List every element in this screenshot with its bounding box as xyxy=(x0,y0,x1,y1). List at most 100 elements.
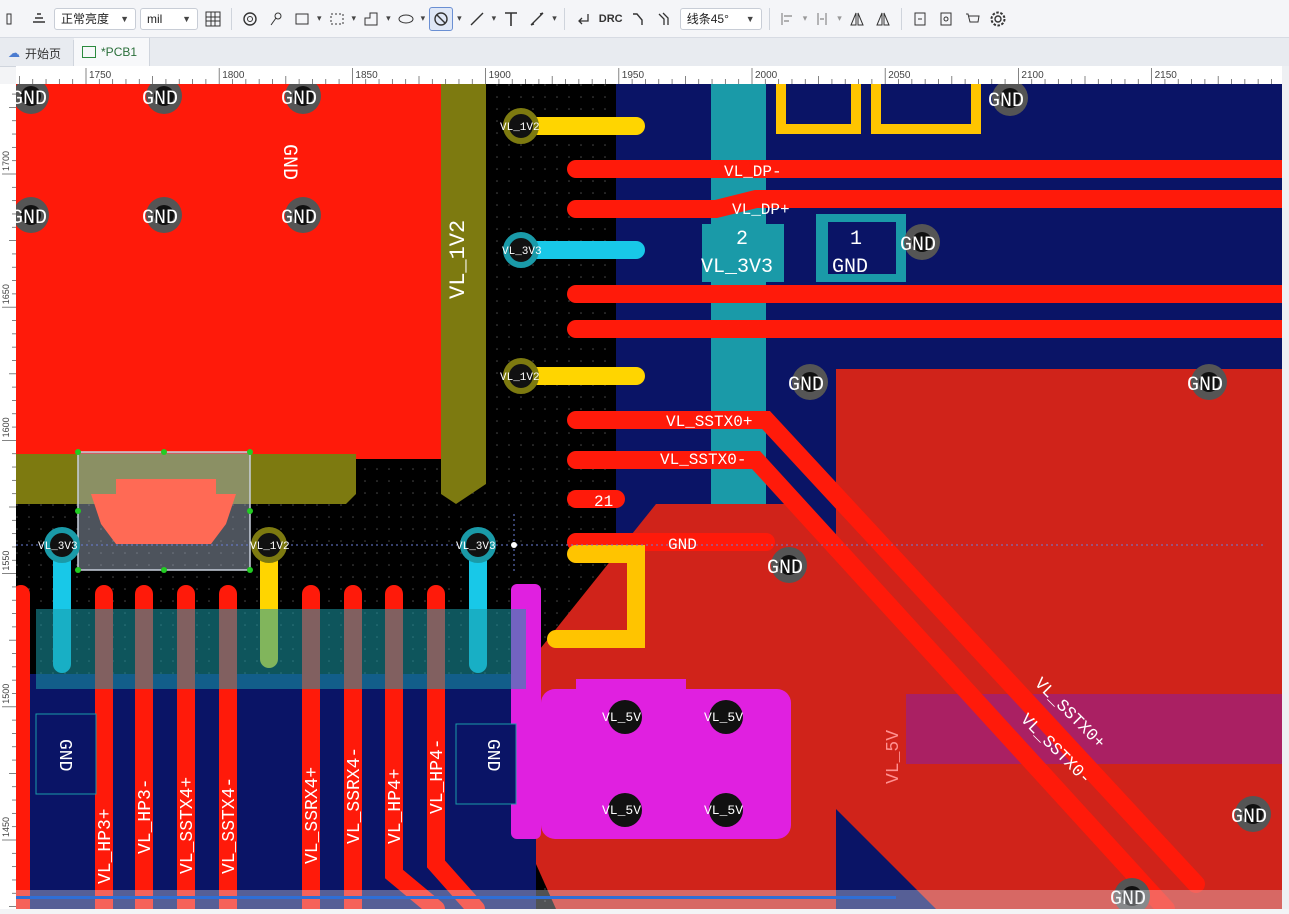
pcb-canvas[interactable]: GND GND GND GND GND GND GND GND GND GND … xyxy=(16,84,1282,909)
drc-button[interactable]: DRC xyxy=(598,8,624,30)
bom-icon[interactable] xyxy=(961,8,983,30)
connector-pads xyxy=(36,609,526,689)
ruler-label: 1900 xyxy=(489,70,512,81)
gnd-label: GND xyxy=(1231,806,1267,829)
ruler-label: 1550 xyxy=(1,551,11,571)
dashed-rect-icon[interactable] xyxy=(326,8,348,30)
via-label: VL_1V2 xyxy=(250,541,290,553)
vl-hp4-minus-label: VL_HP4- xyxy=(428,738,448,814)
vl-dp-plus-label: VL_DP+ xyxy=(732,201,790,219)
polygon-icon[interactable] xyxy=(360,8,382,30)
via-label: VL_5V xyxy=(602,710,641,725)
vl-1v2-label-vertical: VL_1V2 xyxy=(446,220,471,299)
ruler-label: 2050 xyxy=(888,70,911,81)
gnd-pad-label: GND xyxy=(482,739,502,771)
gnd-label: GND xyxy=(142,207,178,230)
gnd-label: GND xyxy=(281,207,317,230)
route-angle-select[interactable]: 线条45° ▼ xyxy=(679,7,762,30)
gnd-label: GND xyxy=(281,88,317,111)
ruler-label: 1700 xyxy=(1,151,11,171)
return-icon[interactable] xyxy=(572,8,594,30)
import-icon[interactable] xyxy=(909,8,931,30)
selected-component[interactable] xyxy=(75,449,253,573)
vl-ssrx4-minus-label: VL_SSRX4- xyxy=(345,747,365,844)
gnd-label: GND xyxy=(767,557,803,580)
align-icon[interactable] xyxy=(777,8,799,30)
rect-region-icon[interactable] xyxy=(291,8,313,30)
gear-icon[interactable] xyxy=(987,8,1009,30)
ruler-label: 1650 xyxy=(1,284,11,304)
flip-horizontal-icon[interactable] xyxy=(846,8,868,30)
text-icon[interactable] xyxy=(500,8,522,30)
vl-hp3-plus-label: VL_HP3+ xyxy=(96,808,116,884)
separator xyxy=(231,7,232,30)
via-label: VL_3V3 xyxy=(456,541,496,553)
ruler-label: 1500 xyxy=(1,684,11,704)
diff-route-icon[interactable] xyxy=(654,8,676,30)
tab-start-page[interactable]: ☁ 开始页 xyxy=(0,40,75,66)
vl-hp4-plus-label: VL_HP4+ xyxy=(386,768,406,844)
unit-select[interactable]: mil ▼ xyxy=(140,7,198,30)
chevron-down-icon[interactable]: ▾ xyxy=(803,13,808,24)
cloud-icon: ☁ xyxy=(8,46,20,60)
via-label: VL_1V2 xyxy=(500,122,540,134)
gnd-label: GND xyxy=(16,88,47,111)
brightness-value: 正常亮度 xyxy=(61,12,110,26)
ruler-label: 1600 xyxy=(1,417,11,437)
ruler-label: 1850 xyxy=(355,70,378,81)
ruler-horizontal: 1750 1800 1850 1900 1950 2000 2050 2100 2150 xyxy=(16,66,1282,85)
ruler-label: 1950 xyxy=(622,70,645,81)
vertical-scrollbar[interactable] xyxy=(1282,66,1289,909)
chevron-down-icon[interactable]: ▾ xyxy=(386,13,391,24)
chevron-down-icon[interactable]: ▾ xyxy=(457,13,462,24)
chevron-down-icon[interactable]: ▾ xyxy=(352,13,357,24)
ruler-label: 1800 xyxy=(222,70,245,81)
pcb-icon xyxy=(82,46,97,58)
brightness-select[interactable]: 正常亮度 ▼ xyxy=(54,7,136,30)
via-label: VL_5V xyxy=(602,803,641,818)
route-icon[interactable] xyxy=(628,8,650,30)
tab-pcb1[interactable]: *PCB1 xyxy=(74,38,151,66)
vl-hp3-minus-label: VL_HP3- xyxy=(136,778,156,854)
gnd-label: GND xyxy=(142,88,178,111)
gnd-label: GND xyxy=(16,207,47,230)
grid-icon[interactable] xyxy=(202,8,224,30)
ruler-label: 2150 xyxy=(1155,70,1178,81)
gnd-pad-label: GND xyxy=(54,739,74,771)
via-icon[interactable] xyxy=(239,8,261,30)
tab-label: *PCB1 xyxy=(101,45,138,59)
via-label: VL_3V3 xyxy=(502,246,542,258)
via-label: VL_1V2 xyxy=(500,372,540,384)
tab-bar: ☁ 开始页 *PCB1 xyxy=(0,38,1289,67)
dimension-icon[interactable] xyxy=(526,8,548,30)
ruler-label: 1450 xyxy=(1,817,11,837)
chevron-down-icon[interactable]: ▾ xyxy=(837,13,842,24)
gnd-copper-pour xyxy=(16,84,441,459)
flip-vertical-icon[interactable] xyxy=(872,8,894,30)
chevron-down-icon[interactable]: ▾ xyxy=(421,13,426,24)
ruler-label: 2100 xyxy=(1021,70,1044,81)
vl-sstx4-plus-label: VL_SSTX4+ xyxy=(178,777,198,874)
chevron-down-icon[interactable]: ▾ xyxy=(492,13,497,24)
layer-icon[interactable] xyxy=(28,8,50,30)
toolbar: 正常亮度 ▼ mil ▼ ▾ ▾ ▾ ▾ ▾ ▾ ▾ DRC 线条45° ▼ ▾ ▾ xyxy=(0,0,1289,38)
vl-3v3-pad-label: VL_3V3 xyxy=(701,256,773,279)
drc-label: DRC xyxy=(598,12,623,25)
route-angle-value: 线条45° xyxy=(686,12,729,26)
ellipse-icon[interactable] xyxy=(395,8,417,30)
gnd-label: GND xyxy=(1187,374,1223,397)
chevron-down-icon[interactable]: ▾ xyxy=(317,13,322,24)
distribute-icon[interactable] xyxy=(811,8,833,30)
vl-ssrx4-plus-label: VL_SSRX4+ xyxy=(303,767,323,864)
line-icon[interactable] xyxy=(466,8,488,30)
ruler-label: 1750 xyxy=(89,70,112,81)
gnd-label: GND xyxy=(900,234,936,257)
3d-view-icon[interactable] xyxy=(935,8,957,30)
vl-sstx4-minus-label: VL_SSTX4- xyxy=(220,777,240,874)
chevron-down-icon[interactable]: ▾ xyxy=(552,13,557,24)
panel-toggle-icon[interactable] xyxy=(2,8,24,30)
forbid-region-icon[interactable] xyxy=(429,6,454,31)
pin-icon[interactable] xyxy=(265,8,287,30)
separator xyxy=(563,7,565,30)
vl-sstx0-minus-label: VL_SSTX0- xyxy=(660,451,746,469)
